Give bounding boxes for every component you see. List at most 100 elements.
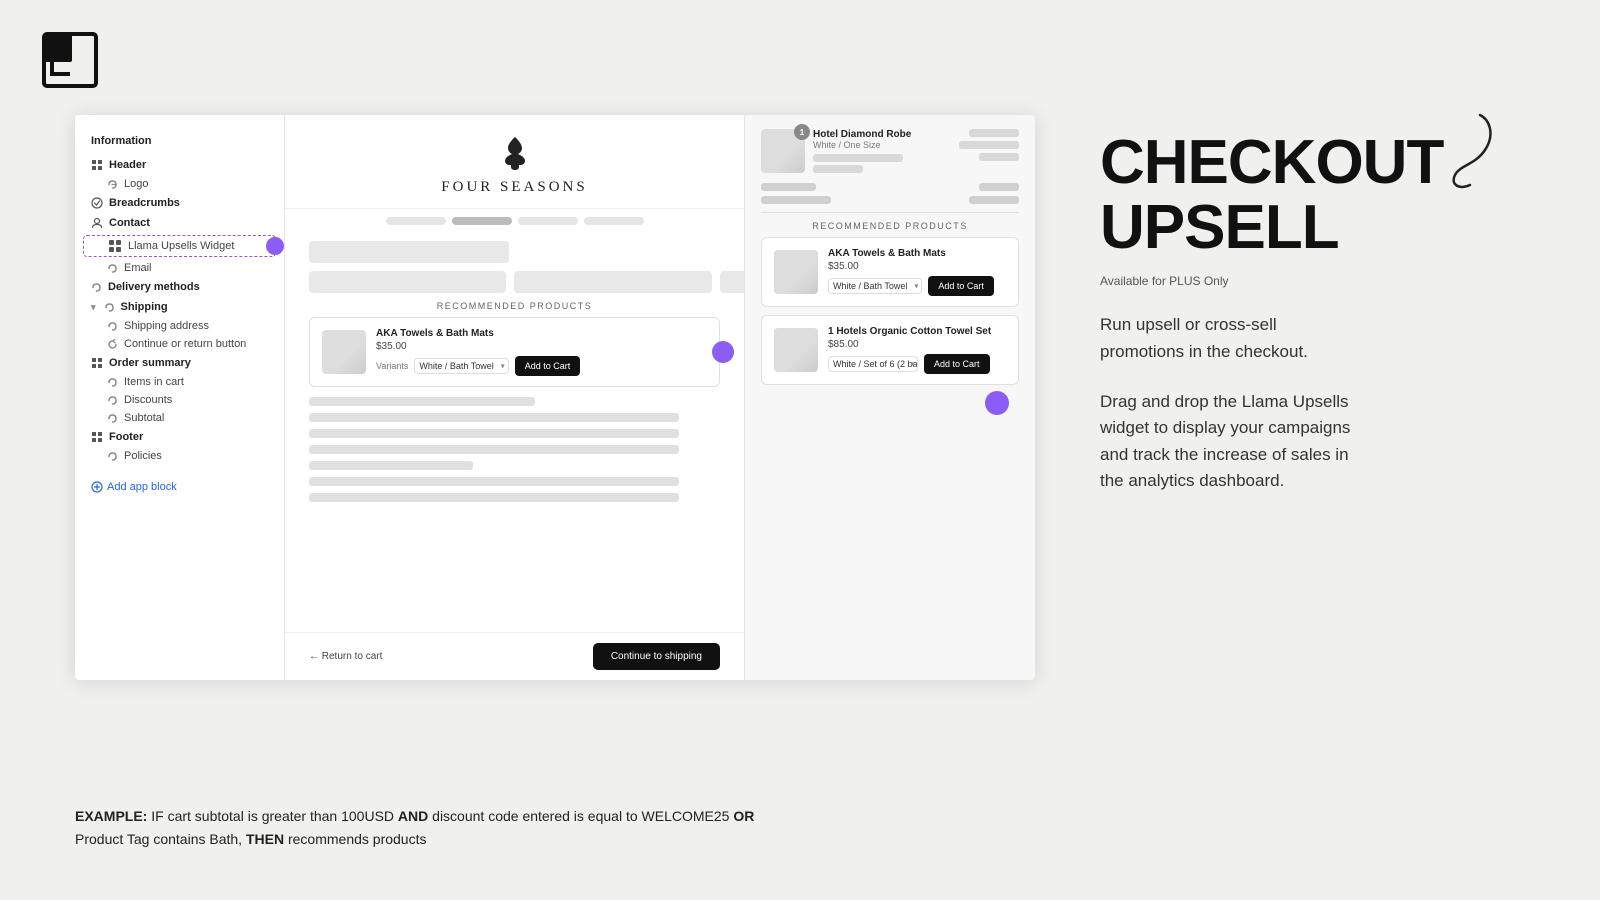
discounts-label: Discounts: [124, 394, 172, 406]
sidebar-item-continue-return[interactable]: Continue or return button: [75, 335, 284, 353]
grid-icon-order: [91, 357, 103, 369]
order-upsell-variant-row-2: White / Set of 6 (2 bat... ▾ Add to Cart: [828, 354, 1006, 374]
link-icon-items: [107, 377, 118, 388]
form-field-1: [309, 271, 506, 293]
order-variant-select-2[interactable]: White / Set of 6 (2 bat... ▾: [828, 356, 918, 372]
checkout-preview: Information Header Logo Breadcrumbs Cont…: [75, 115, 1035, 680]
store-logo-icon: [500, 135, 530, 171]
breadcrumbs-label: Breadcrumbs: [109, 197, 180, 209]
form-field-3: [720, 271, 745, 293]
order-item-info: Hotel Diamond Robe White / One Size: [813, 129, 951, 173]
sidebar-item-email[interactable]: Email: [75, 259, 284, 277]
grid-icon: [91, 159, 103, 171]
order-item-prices: [813, 154, 951, 173]
link-icon: [107, 179, 118, 190]
order-upsell-name-1: AKA Towels & Bath Mats: [828, 248, 1006, 259]
order-upsell-thumb-2: [774, 328, 818, 372]
skel-4: [309, 445, 679, 454]
order-item-variant: White / One Size: [813, 140, 951, 150]
purple-dot-middle: [712, 341, 734, 363]
checkout-footer: ← Return to cart Continue to shipping: [285, 632, 744, 680]
sidebar-item-discounts[interactable]: Discounts: [75, 391, 284, 409]
order-upsell-card-2: 1 Hotels Organic Cotton Towel Set $85.00…: [761, 315, 1019, 385]
price-right-3: [979, 153, 1019, 161]
sidebar: Information Header Logo Breadcrumbs Cont…: [75, 115, 285, 680]
headline-line2: UPSELL: [1100, 195, 1540, 260]
subtotal-label: Subtotal: [124, 412, 164, 424]
footer-label: Footer: [109, 431, 143, 443]
order-item-row: 1 Hotel Diamond Robe White / One Size: [761, 129, 1019, 173]
variant-select-1[interactable]: White / Bath Towel ▾: [414, 358, 508, 374]
price-line-2: [813, 165, 863, 173]
total-row-2: [761, 196, 1019, 204]
sidebar-section-shipping[interactable]: ▾ Shipping: [75, 297, 284, 317]
order-variant-value-1: White / Bath Towel: [833, 281, 907, 291]
order-variant-value-2: White / Set of 6 (2 bat...: [833, 359, 918, 369]
continue-to-shipping-btn[interactable]: Continue to shipping: [593, 643, 720, 670]
app-logo: [40, 30, 100, 95]
delivery-label: Delivery methods: [108, 281, 200, 293]
sidebar-item-items-in-cart[interactable]: Items in cart: [75, 373, 284, 391]
nav-pill-shipping: [518, 217, 578, 225]
nav-pill-payment: [584, 217, 644, 225]
items-in-cart-label: Items in cart: [124, 376, 184, 388]
total-skel-r1: [979, 183, 1019, 191]
order-add-to-cart-1[interactable]: Add to Cart: [928, 276, 994, 296]
order-upsell-variant-row-1: White / Bath Towel ▾ Add to Cart: [828, 276, 1006, 296]
chevron-down-icon-2: ▾: [914, 282, 918, 291]
shipping-address-label: Shipping address: [124, 320, 209, 332]
order-upsell-card-1: AKA Towels & Bath Mats $35.00 White / Ba…: [761, 237, 1019, 307]
order-upsell-info-1: AKA Towels & Bath Mats $35.00 White / Ba…: [828, 248, 1006, 296]
sidebar-item-subtotal[interactable]: Subtotal: [75, 409, 284, 427]
add-to-cart-btn-1[interactable]: Add to Cart: [515, 356, 581, 376]
sidebar-section-footer[interactable]: Footer: [75, 427, 284, 447]
form-row-1: [309, 241, 720, 263]
product-thumbnail-1: [322, 330, 366, 374]
sidebar-section-order[interactable]: Order summary: [75, 353, 284, 373]
order-item-thumb: 1: [761, 129, 805, 173]
order-upsell-thumb-1: [774, 250, 818, 294]
order-variant-select-1[interactable]: White / Bath Towel ▾: [828, 278, 922, 294]
upsell-card-wrapper: AKA Towels & Bath Mats $35.00 Variants W…: [309, 317, 720, 387]
price-right-1: [969, 129, 1019, 137]
sidebar-section-breadcrumbs[interactable]: Breadcrumbs: [75, 193, 284, 213]
copy-section: CHECKOUT UPSELL Available for PLUS Only …: [1100, 130, 1540, 494]
sidebar-item-llama-widget[interactable]: Llama Upsells Widget: [83, 235, 276, 257]
order-summary-label: Order summary: [109, 357, 191, 369]
order-upsell-price-2: $85.00: [828, 339, 1006, 350]
order-summary-section: 1 Hotel Diamond Robe White / One Size: [745, 115, 1035, 680]
example-section: EXAMPLE: IF cart subtotal is greater tha…: [75, 805, 775, 850]
user-icon: [91, 217, 103, 229]
sidebar-item-shipping-address[interactable]: Shipping address: [75, 317, 284, 335]
sidebar-section-header[interactable]: Header: [75, 155, 284, 175]
order-badge: 1: [794, 124, 810, 140]
sidebar-item-policies[interactable]: Policies: [75, 447, 284, 465]
skel-3: [309, 429, 679, 438]
widget-icon: [108, 239, 122, 253]
sidebar-section-contact[interactable]: Contact: [75, 213, 284, 233]
check-circle-icon: [91, 197, 103, 209]
order-item-name: Hotel Diamond Robe: [813, 129, 951, 140]
order-divider: [761, 212, 1019, 213]
skel-7: [309, 493, 679, 502]
sidebar-dot-indicator: [266, 237, 284, 255]
price-line-1: [813, 154, 903, 162]
purple-dot-right: [985, 391, 1009, 415]
price-right-2: [959, 141, 1019, 149]
sidebar-section-delivery[interactable]: Delivery methods: [75, 277, 284, 297]
return-to-cart-link[interactable]: ← Return to cart: [309, 651, 382, 662]
link-icon-shipping: [104, 302, 115, 313]
skel-1: [309, 397, 535, 406]
logo-label: Logo: [124, 178, 148, 190]
skel-2: [309, 413, 679, 422]
sidebar-item-logo[interactable]: Logo: [75, 175, 284, 193]
order-upsell-price-1: $35.00: [828, 261, 1006, 272]
order-add-to-cart-2[interactable]: Add to Cart: [924, 354, 990, 374]
form-field-2: [514, 271, 711, 293]
chevron-down-icon: ▾: [501, 362, 505, 371]
skel-5: [309, 461, 473, 470]
link-icon-discounts: [107, 395, 118, 406]
add-app-block-label: Add app block: [107, 481, 177, 493]
add-app-block-button[interactable]: Add app block: [75, 473, 284, 501]
sidebar-title: Information: [75, 131, 284, 151]
